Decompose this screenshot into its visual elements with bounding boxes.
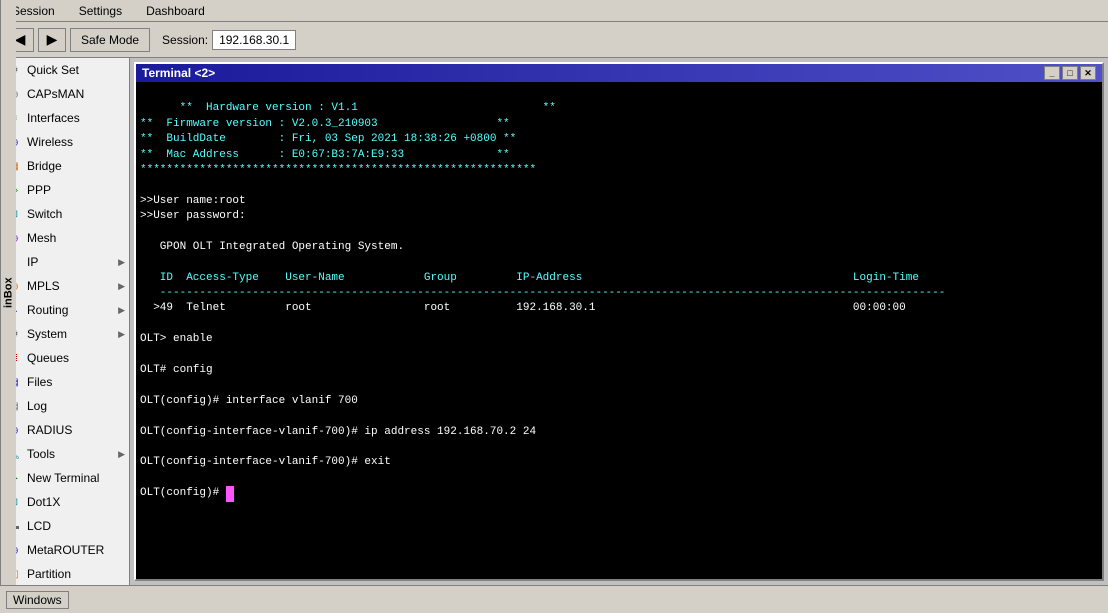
terminal-area: Terminal <2> _ □ ✕ ** Hardware version :… [130,58,1108,585]
lcd-label: LCD [27,519,51,533]
new-terminal-label: New Terminal [27,471,99,485]
terminal-line: OLT(config-interface-vlanif-700)# ip add… [140,426,536,438]
sidebar-item-capsman[interactable]: ◉CAPsMAN [0,82,129,106]
sidebar-item-new-terminal[interactable]: ▶New Terminal [0,466,129,490]
session-label: Session: [162,33,208,47]
tools-label: Tools [27,447,55,461]
bridge-label: Bridge [27,159,62,173]
sidebar-item-radius[interactable]: ◉RADIUS [0,418,129,442]
winbox-label: inBox [0,0,16,585]
terminal-line: ** Mac Address : E0:67:B3:7A:E9:33 ** [140,149,510,161]
log-label: Log [27,399,47,413]
menu-bar: Session Settings Dashboard [0,0,1108,22]
terminal-line: >49 Telnet root root 192.168.30.1 00:00:… [140,302,906,314]
terminal-window: Terminal <2> _ □ ✕ ** Hardware version :… [134,62,1104,581]
radius-label: RADIUS [27,423,72,437]
menu-dashboard[interactable]: Dashboard [138,2,213,20]
queues-label: Queues [27,351,69,365]
menu-settings[interactable]: Settings [71,2,130,20]
sidebar-item-bridge[interactable]: ▦Bridge [0,154,129,178]
terminal-line: >>User password: [140,210,246,222]
minimize-button[interactable]: _ [1044,66,1060,80]
close-button[interactable]: ✕ [1080,66,1096,80]
metarouter-label: MetaROUTER [27,543,104,557]
sidebar: ⚙Quick Set◉CAPsMAN≡Interfaces◉Wireless▦B… [0,58,130,585]
sidebar-item-ip[interactable]: ::IP [0,250,129,274]
sidebar-item-metarouter[interactable]: ◉MetaROUTER [0,538,129,562]
system-label: System [27,327,67,341]
maximize-button[interactable]: □ [1062,66,1078,80]
terminal-line: ----------------------------------------… [140,287,945,299]
terminal-line: OLT> enable [140,333,213,345]
terminal-content[interactable]: ** Hardware version : V1.1 ** ** Firmwar… [136,82,1102,579]
routing-label: Routing [27,303,68,317]
files-label: Files [27,375,52,389]
terminal-line: ID Access-Type User-Name Group IP-Addres… [140,272,919,284]
terminal-line: ** Firmware version : V2.0.3_210903 ** [140,118,510,130]
terminal-line: ** BuildDate : Fri, 03 Sep 2021 18:38:26… [140,133,516,145]
session-value: 192.168.30.1 [212,30,296,50]
sidebar-item-system[interactable]: ⚙System [0,322,129,346]
terminal-title-buttons: _ □ ✕ [1044,66,1096,80]
sidebar-item-interfaces[interactable]: ≡Interfaces [0,106,129,130]
sidebar-item-tools[interactable]: 🔧Tools [0,442,129,466]
toolbar: ◀ ▶ Safe Mode Session: 192.168.30.1 [0,22,1108,58]
bottom-bar: Windows [0,585,1108,613]
sidebar-item-queues[interactable]: ≣Queues [0,346,129,370]
terminal-line: OLT(config-interface-vlanif-700)# exit [140,456,391,468]
main-layout: ⚙Quick Set◉CAPsMAN≡Interfaces◉Wireless▦B… [0,58,1108,585]
mpls-label: MPLS [27,279,60,293]
ppp-label: PPP [27,183,51,197]
sidebar-item-quick-set[interactable]: ⚙Quick Set [0,58,129,82]
partition-label: Partition [27,567,71,581]
terminal-titlebar: Terminal <2> _ □ ✕ [136,64,1102,82]
windows-label: Windows [13,593,62,607]
sidebar-item-mpls[interactable]: ◉MPLS [0,274,129,298]
sidebar-item-switch[interactable]: ⊞Switch [0,202,129,226]
switch-label: Switch [27,207,62,221]
forward-button[interactable]: ▶ [38,28,66,52]
quick-set-label: Quick Set [27,63,79,77]
wireless-label: Wireless [27,135,73,149]
safemode-button[interactable]: Safe Mode [70,28,150,52]
terminal-line: >>User name:root [140,195,246,207]
sidebar-item-partition[interactable]: ◧Partition [0,562,129,585]
ip-label: IP [27,255,38,269]
sidebar-item-files[interactable]: ▤Files [0,370,129,394]
terminal-line: ****************************************… [140,164,536,176]
sidebar-item-wireless[interactable]: ◉Wireless [0,130,129,154]
sidebar-item-lcd[interactable]: ▬LCD [0,514,129,538]
sidebar-item-routing[interactable]: ↔Routing [0,298,129,322]
terminal-line: OLT(config)# interface vlanif 700 [140,395,358,407]
capsman-label: CAPsMAN [27,87,84,101]
terminal-line: ** Hardware version : V1.1 ** [180,102,556,114]
sidebar-item-ppp[interactable]: ◈PPP [0,178,129,202]
sidebar-item-dot1x[interactable]: ⊡Dot1X [0,490,129,514]
terminal-line: OLT# config [140,364,213,376]
sidebar-item-mesh[interactable]: ◉Mesh [0,226,129,250]
windows-section[interactable]: Windows [6,591,69,609]
sidebar-item-log[interactable]: ▤Log [0,394,129,418]
interfaces-label: Interfaces [27,111,80,125]
dot1x-label: Dot1X [27,495,60,509]
terminal-prompt-line: OLT(config)# [140,487,234,499]
terminal-title: Terminal <2> [142,66,215,80]
mesh-label: Mesh [27,231,56,245]
terminal-line: GPON OLT Integrated Operating System. [140,241,404,253]
